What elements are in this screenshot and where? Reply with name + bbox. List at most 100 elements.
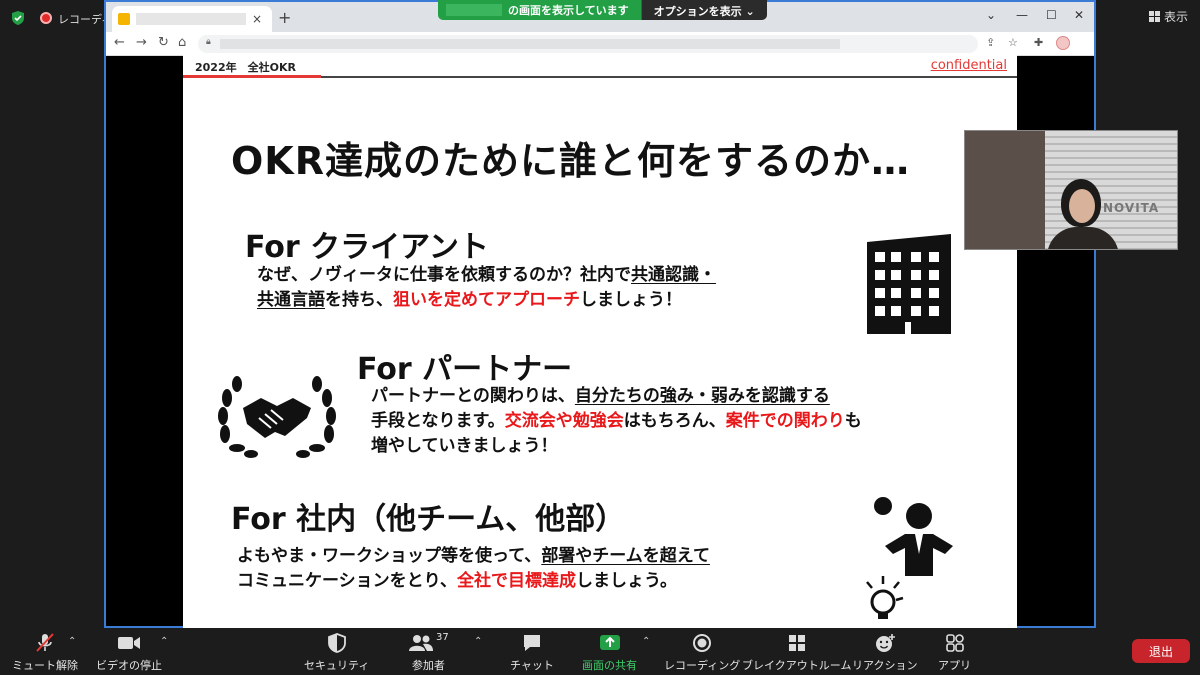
browser-tab[interactable]: × (112, 6, 272, 32)
apps-button[interactable]: アプリ (938, 632, 971, 673)
client-heading: For クライアント (245, 230, 489, 265)
audio-options-caret-icon[interactable]: ⌃ (68, 636, 76, 647)
reload-icon[interactable]: ↻ (158, 35, 169, 50)
slide-header-title: 2022年 全社OKR (195, 61, 296, 74)
stop-video-label: ビデオの停止 (96, 659, 162, 672)
slides-favicon-icon (118, 13, 130, 25)
reaction-smiley-icon (875, 634, 895, 652)
partner-heading: For パートナー (357, 352, 573, 387)
breakout-rooms-label: ブレイクアウトルーム (742, 659, 852, 672)
internal-text-1: よもやま・ワークショップ等を使って、 (237, 546, 542, 566)
client-text-6: しましょう！ (580, 290, 682, 310)
shield-check-icon[interactable] (10, 10, 26, 26)
client-text-2: 共通認識・ (631, 265, 716, 285)
share-screen-label: 画面の共有 (582, 659, 637, 672)
close-tab-icon[interactable]: × (252, 12, 262, 26)
client-text-3: 共通言語 (257, 290, 325, 310)
partner-text-5: はもちろん、 (623, 411, 726, 431)
extensions-icon[interactable]: ✚ (1034, 36, 1043, 49)
partner-text-7: も (844, 411, 862, 431)
thinking-person-lightbulb-icon (866, 497, 953, 619)
tab-title-redacted (136, 13, 246, 25)
view-options-button[interactable]: オプションを表示 ⌄ (640, 0, 767, 20)
profile-avatar[interactable] (1056, 36, 1070, 50)
partner-text: パートナーとの関わりは、自分たちの強み・弱みを認識する 手段となります。交流会や… (371, 384, 862, 459)
sharing-status: の画面を表示しています (438, 0, 641, 20)
maximize-button[interactable]: ☐ (1046, 8, 1057, 22)
chat-button[interactable]: チャット (510, 632, 554, 673)
slide-header: 2022年 全社OKR confidential (183, 54, 1017, 80)
leave-meeting-button[interactable]: 退出 (1132, 639, 1190, 663)
internal-text: よもやま・ワークショップ等を使って、部署やチームを超えて コミュニケーションをと… (237, 544, 710, 594)
view-label: 表示 (1163, 10, 1188, 24)
webcam-video-thumbnail[interactable]: NOVITA (964, 130, 1178, 250)
security-button[interactable]: セキュリティ (304, 632, 369, 673)
confidential-label: confidential (930, 58, 1007, 73)
webcam-shelf (965, 131, 1045, 249)
url-redacted (220, 39, 840, 49)
partner-text-1: パートナーとの関わりは、 (371, 386, 575, 406)
grid-view-icon (1148, 11, 1160, 22)
apps-label: アプリ (938, 659, 971, 672)
security-shield-icon (327, 633, 346, 653)
stop-video-button[interactable]: ビデオの停止 (96, 632, 162, 673)
client-text-1: なぜ、ノヴィータに仕事を依頼するのか？社内で (257, 265, 631, 285)
partner-text-8: 増やしていきましょう！ (371, 436, 558, 456)
client-text: なぜ、ノヴィータに仕事を依頼するのか？社内で共通認識・ 共通言語を持ち、狙いを定… (257, 263, 716, 313)
header-accent-bar (183, 75, 321, 78)
participants-label: 参加者 (411, 659, 445, 672)
internal-text-2: 部署やチームを超えて (541, 546, 710, 566)
breakout-rooms-button[interactable]: ブレイクアウトルーム (742, 632, 851, 673)
presenter-name-redacted (446, 4, 502, 16)
participants-count: 37 (436, 632, 449, 643)
webcam-person-face (1069, 189, 1095, 223)
screen-share-banner: の画面を表示しています オプションを表示 ⌄ (438, 0, 767, 20)
minimize-button[interactable]: — (1016, 8, 1028, 22)
forward-arrow-icon[interactable]: → (136, 35, 147, 50)
record-icon (693, 634, 712, 652)
partner-text-6: 案件での関わり (725, 411, 845, 431)
record-button[interactable]: レコーディング (664, 632, 740, 673)
recording-indicator-icon (40, 12, 52, 24)
internal-text-5: しましょう。 (575, 571, 677, 591)
share-screen-button[interactable]: 画面の共有 (582, 632, 637, 673)
internal-text-4: 全社で目標達成 (456, 571, 576, 591)
close-window-button[interactable]: ✕ (1074, 8, 1084, 22)
client-text-5: 狙いを定めてアプローチ (393, 290, 580, 310)
share-options-caret-icon[interactable]: ⌃ (642, 636, 650, 647)
bookmark-star-icon[interactable]: ☆ (1008, 36, 1018, 49)
share-page-icon[interactable]: ⇪ (986, 36, 995, 49)
unmute-label: ミュート解除 (12, 659, 78, 672)
recording-label[interactable]: レコーディング (58, 11, 108, 27)
partner-text-3: 手段となります。 (371, 411, 505, 431)
internal-heading: For 社内（他チーム、他部） (231, 502, 626, 537)
chat-bubble-icon (523, 635, 540, 651)
browser-toolbar: ← → ↻ ⌂ 🔒︎ ⇪ ☆ ✚ (106, 32, 1094, 56)
back-arrow-icon[interactable]: ← (114, 35, 125, 50)
home-icon[interactable]: ⌂ (178, 35, 186, 50)
share-screen-arrow-icon (599, 635, 620, 650)
video-camera-icon (118, 637, 140, 649)
view-button[interactable]: 表示 (1148, 8, 1188, 25)
webcam-sign: NOVITA (1103, 201, 1160, 215)
zoom-control-bar: ミュート解除 ⌃ ビデオの停止 ⌃ セキュリティ 37 参加者 ⌃ チャット 画… (0, 628, 1200, 675)
partner-text-2: 自分たちの強み・弱みを認識する (574, 386, 830, 406)
record-label: レコーディング (664, 659, 741, 672)
address-bar[interactable]: 🔒︎ (198, 35, 978, 53)
muted-microphone-icon (36, 633, 54, 652)
participants-button[interactable]: 37 参加者 (408, 632, 449, 673)
participants-caret-icon[interactable]: ⌃ (474, 636, 482, 647)
new-tab-button[interactable]: + (278, 8, 291, 27)
security-label: セキュリティ (304, 659, 370, 672)
reactions-button[interactable]: リアクション (852, 632, 917, 673)
reactions-label: リアクション (852, 659, 918, 672)
sharing-status-text: の画面を表示しています (508, 4, 629, 17)
partner-text-4: 交流会や勉強会 (504, 411, 624, 431)
video-options-caret-icon[interactable]: ⌃ (160, 636, 168, 647)
lock-icon: 🔒︎ (206, 37, 211, 47)
breakout-rooms-icon (788, 635, 805, 651)
tab-search-icon[interactable]: ⌄ (986, 8, 996, 22)
internal-text-3: コミュニケーションをとり、 (237, 571, 457, 591)
participants-icon (409, 635, 433, 651)
slide-title: OKR達成のために誰と何をするのか… (231, 139, 911, 183)
